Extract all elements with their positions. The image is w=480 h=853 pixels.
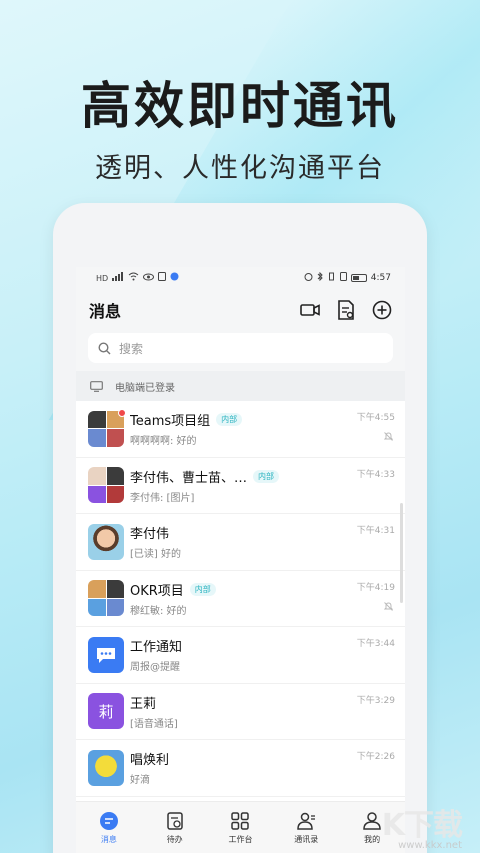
chat-preview: 李付伟: [图片] — [130, 492, 195, 504]
tab-todo[interactable]: 待办 — [149, 811, 201, 845]
chat-preview: [语音通话] — [130, 718, 178, 730]
chat-row-group-li[interactable]: 李付伟、曹士苗、… 内部 李付伟: [图片] 下午4:33 — [76, 457, 405, 514]
chat-name: 李付伟、曹士苗、… — [130, 470, 248, 486]
alarm-icon — [304, 272, 313, 284]
page-title: 消息 — [89, 302, 122, 321]
chat-name: 唱焕利 — [130, 753, 170, 769]
tab-messages[interactable]: 消息 — [83, 811, 135, 845]
chat-preview: [已读] 好的 — [130, 549, 181, 561]
hd-indicator: HD — [96, 273, 109, 283]
chat-name: 王莉 — [130, 696, 157, 712]
chat-name: 工作通知 — [130, 640, 183, 656]
scrollbar[interactable] — [400, 503, 403, 603]
pc-login-label: 电脑端已登录 — [115, 382, 175, 394]
document-icon — [338, 300, 354, 320]
mute-icon — [383, 601, 394, 614]
chat-name: Teams项目组 — [130, 414, 211, 430]
tab-workbench[interactable]: 工作台 — [214, 811, 266, 845]
watermark: K下载 www.kkx.net — [381, 800, 463, 851]
video-call-button[interactable] — [299, 299, 321, 321]
tab-label: 待办 — [166, 834, 183, 844]
group-avatar — [88, 467, 124, 504]
message-icon — [99, 811, 118, 830]
chat-preview: 啊啊啊啊: 好的 — [130, 436, 197, 448]
nfc-icon-2 — [339, 272, 347, 284]
chat-row-wangli[interactable]: 莉 王莉 [语音通话] 下午3:29 — [76, 683, 405, 740]
app-bar: 消息 — [76, 289, 405, 331]
battery-icon — [350, 274, 367, 282]
monitor-icon — [90, 380, 103, 392]
tab-contacts[interactable]: 通讯录 — [280, 811, 332, 845]
workbench-icon — [231, 811, 250, 830]
chat-time: 下午4:31 — [356, 526, 395, 536]
chat-bubble-icon — [97, 647, 115, 663]
chat-row-okr[interactable]: OKR项目 内部 穆红敏: 好的 下午4:19 — [76, 570, 405, 627]
chat-preview: 穆红敏: 好的 — [130, 605, 187, 617]
chat-row-teams[interactable]: Teams项目组 内部 啊啊啊啊: 好的 下午4:55 — [76, 401, 405, 458]
chat-preview: 好滴 — [130, 775, 150, 787]
chat-time: 下午3:29 — [356, 695, 395, 706]
chat-row-lifuwei[interactable]: 李付伟 [已读] 好的 下午4:31 — [76, 514, 405, 571]
bottom-tab-bar: 消息 待办 工作台 通讯录 我的 — [76, 801, 405, 853]
internal-tag: 内部 — [189, 582, 216, 596]
chat-time: 下午2:26 — [356, 752, 395, 762]
search-placeholder: 搜索 — [119, 341, 144, 356]
chat-name: OKR项目 — [130, 583, 184, 599]
contacts-icon — [297, 812, 316, 830]
internal-tag: 内部 — [253, 469, 280, 483]
profile-icon — [363, 811, 381, 830]
watermark-text: K下载 — [381, 808, 463, 843]
app-screen: HD 4:57 消息 搜索 电脑端已登录 Teams项目组 内部 啊啊啊啊: 好… — [76, 267, 405, 853]
chat-time: 下午4:19 — [356, 582, 395, 593]
chat-time: 下午3:44 — [356, 639, 395, 649]
eye-icon — [143, 273, 155, 284]
todo-icon — [166, 811, 183, 830]
chat-time: 下午4:55 — [356, 413, 395, 423]
notice-avatar — [88, 636, 124, 673]
person-avatar — [88, 523, 124, 560]
add-button[interactable] — [371, 299, 393, 321]
text-avatar: 莉 — [88, 693, 124, 730]
wifi-icon — [128, 272, 139, 284]
signal-icon — [112, 272, 124, 284]
chat-preview: 周报@提醒 — [130, 662, 180, 674]
search-input[interactable]: 搜索 — [88, 333, 393, 363]
chat-list: Teams项目组 内部 啊啊啊啊: 好的 下午4:55 李付伟、曹士苗、… 内部 — [76, 401, 405, 797]
hero-headline: 高效即时通讯 — [81, 77, 399, 135]
chat-time: 下午4:33 — [356, 469, 395, 480]
bluetooth-icon — [317, 271, 323, 284]
chat-row-changhuanli[interactable]: 唱焕利 好滴 下午2:26 — [76, 740, 405, 797]
group-avatar — [88, 580, 124, 617]
mute-icon — [383, 432, 394, 444]
video-camera-icon — [300, 304, 320, 316]
plus-circle-icon — [372, 300, 392, 320]
status-bar: HD 4:57 — [76, 267, 405, 289]
vibrate-icon — [327, 272, 336, 284]
tab-label: 工作台 — [228, 834, 253, 844]
pc-login-status[interactable]: 电脑端已登录 — [76, 371, 405, 401]
tab-label: 我的 — [364, 834, 381, 844]
hero-subline: 透明、人性化沟通平台 — [95, 153, 385, 184]
status-time: 4:57 — [370, 273, 391, 283]
chat-row-work-notice[interactable]: 工作通知 周报@提醒 下午3:44 — [76, 627, 405, 684]
chat-name: 李付伟 — [130, 527, 170, 543]
search-icon — [98, 341, 111, 354]
unread-dot — [118, 409, 126, 417]
app-notification-icon — [170, 272, 179, 284]
internal-tag: 内部 — [216, 413, 243, 427]
cartoon-avatar — [88, 749, 124, 786]
tab-label: 消息 — [100, 834, 117, 844]
tab-label: 通讯录 — [294, 834, 319, 844]
nfc-icon — [158, 272, 167, 284]
document-button[interactable] — [335, 299, 357, 321]
avatar-initial: 莉 — [98, 702, 114, 721]
